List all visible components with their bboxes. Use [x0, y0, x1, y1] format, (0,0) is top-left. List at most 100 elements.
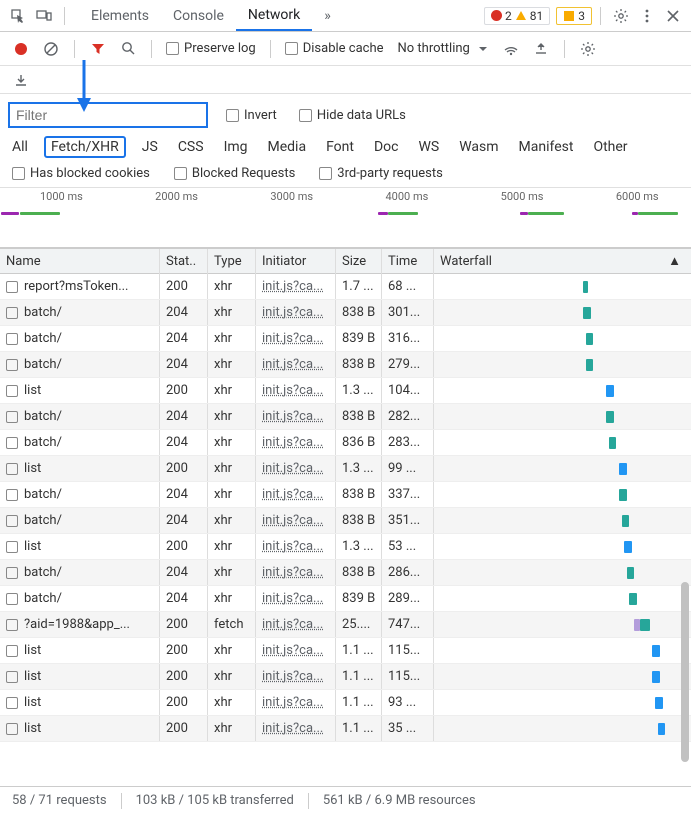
type-filter-media[interactable]: Media [264, 137, 311, 157]
cell-initiator[interactable]: init.js?ca... [256, 508, 336, 533]
import-har-icon[interactable] [528, 36, 554, 62]
row-checkbox[interactable] [6, 645, 18, 657]
invert-checkbox[interactable]: Invert [222, 108, 281, 123]
cell-initiator[interactable]: init.js?ca... [256, 456, 336, 481]
table-row[interactable]: list200xhrinit.js?ca...1.3 ...53 ... [0, 534, 691, 560]
record-button[interactable] [8, 36, 34, 62]
preserve-log-checkbox[interactable]: Preserve log [162, 41, 260, 56]
row-checkbox[interactable] [6, 723, 18, 735]
issues-badge[interactable]: 3 [556, 7, 592, 25]
settings-icon[interactable] [609, 4, 633, 28]
cell-initiator[interactable]: init.js?ca... [256, 612, 336, 637]
table-row[interactable]: batch/204xhrinit.js?ca...839 B289... [0, 586, 691, 612]
table-row[interactable]: list200xhrinit.js?ca...1.1 ...115... [0, 638, 691, 664]
more-menu-icon[interactable] [635, 4, 659, 28]
row-checkbox[interactable] [6, 697, 18, 709]
cell-initiator[interactable]: init.js?ca... [256, 326, 336, 351]
table-row[interactable]: list200xhrinit.js?ca...1.3 ...99 ... [0, 456, 691, 482]
filter-input[interactable] [8, 102, 208, 128]
table-row[interactable]: batch/204xhrinit.js?ca...838 B286... [0, 560, 691, 586]
type-filter-other[interactable]: Other [589, 137, 631, 157]
table-row[interactable]: batch/204xhrinit.js?ca...838 B282... [0, 404, 691, 430]
cell-initiator[interactable]: init.js?ca... [256, 404, 336, 429]
row-checkbox[interactable] [6, 541, 18, 553]
blocked-cookies-checkbox[interactable]: Has blocked cookies [8, 166, 154, 181]
network-conditions-icon[interactable] [498, 36, 524, 62]
table-row[interactable]: report?msToken...200xhrinit.js?ca...1.7 … [0, 274, 691, 300]
cell-initiator[interactable]: init.js?ca... [256, 560, 336, 585]
disable-cache-checkbox[interactable]: Disable cache [281, 41, 388, 56]
th-waterfall[interactable]: Waterfall▲ [434, 249, 691, 274]
inspect-icon[interactable] [6, 4, 30, 28]
type-filter-fetchxhr[interactable]: Fetch/XHR [44, 136, 126, 158]
type-filter-wasm[interactable]: Wasm [455, 137, 502, 157]
row-checkbox[interactable] [6, 359, 18, 371]
th-initiator[interactable]: Initiator [256, 249, 336, 274]
cell-initiator[interactable]: init.js?ca... [256, 716, 336, 741]
cell-initiator[interactable]: init.js?ca... [256, 664, 336, 689]
table-row[interactable]: batch/204xhrinit.js?ca...838 B279... [0, 352, 691, 378]
th-type[interactable]: Type [208, 249, 256, 274]
scrollbar[interactable] [681, 582, 689, 762]
type-filter-manifest[interactable]: Manifest [515, 137, 578, 157]
row-checkbox[interactable] [6, 333, 18, 345]
tab-elements[interactable]: Elements [79, 2, 161, 30]
th-time[interactable]: Time [382, 249, 434, 274]
type-filter-img[interactable]: Img [220, 137, 252, 157]
th-size[interactable]: Size [336, 249, 382, 274]
cell-initiator[interactable]: init.js?ca... [256, 534, 336, 559]
table-row[interactable]: ?aid=1988&app_...200fetchinit.js?ca...25… [0, 612, 691, 638]
row-checkbox[interactable] [6, 671, 18, 683]
cell-initiator[interactable]: init.js?ca... [256, 378, 336, 403]
table-row[interactable]: batch/204xhrinit.js?ca...836 B283... [0, 430, 691, 456]
timeline-overview[interactable]: 1000 ms2000 ms3000 ms4000 ms5000 ms6000 … [0, 188, 691, 248]
throttling-select[interactable]: No throttling [392, 41, 494, 56]
table-row[interactable]: batch/204xhrinit.js?ca...838 B301... [0, 300, 691, 326]
tab-network[interactable]: Network [236, 1, 312, 31]
table-row[interactable]: list200xhrinit.js?ca...1.1 ...115... [0, 664, 691, 690]
cell-initiator[interactable]: init.js?ca... [256, 430, 336, 455]
th-status[interactable]: Stat.. [160, 249, 208, 274]
row-checkbox[interactable] [6, 385, 18, 397]
cell-initiator[interactable]: init.js?ca... [256, 300, 336, 325]
tab-console[interactable]: Console [161, 2, 236, 30]
row-checkbox[interactable] [6, 281, 18, 293]
blocked-requests-checkbox[interactable]: Blocked Requests [170, 166, 299, 181]
search-icon[interactable] [115, 36, 141, 62]
th-name[interactable]: Name [0, 249, 160, 274]
table-row[interactable]: batch/204xhrinit.js?ca...838 B351... [0, 508, 691, 534]
errors-warnings-badge[interactable]: 2 81 [484, 7, 550, 25]
table-row[interactable]: batch/204xhrinit.js?ca...839 B316... [0, 326, 691, 352]
cell-initiator[interactable]: init.js?ca... [256, 482, 336, 507]
type-filter-font[interactable]: Font [322, 137, 358, 157]
device-toggle-icon[interactable] [32, 4, 56, 28]
cell-initiator[interactable]: init.js?ca... [256, 690, 336, 715]
row-checkbox[interactable] [6, 567, 18, 579]
filter-toggle-icon[interactable] [85, 36, 111, 62]
cell-initiator[interactable]: init.js?ca... [256, 638, 336, 663]
cell-initiator[interactable]: init.js?ca... [256, 352, 336, 377]
row-checkbox[interactable] [6, 463, 18, 475]
row-checkbox[interactable] [6, 489, 18, 501]
clear-button[interactable] [38, 36, 64, 62]
table-row[interactable]: list200xhrinit.js?ca...1.3 ...104... [0, 378, 691, 404]
row-checkbox[interactable] [6, 619, 18, 631]
type-filter-doc[interactable]: Doc [370, 137, 403, 157]
row-checkbox[interactable] [6, 593, 18, 605]
cell-initiator[interactable]: init.js?ca... [256, 274, 336, 299]
close-icon[interactable] [661, 4, 685, 28]
table-row[interactable]: list200xhrinit.js?ca...1.1 ...35 ... [0, 716, 691, 742]
hide-data-urls-checkbox[interactable]: Hide data URLs [295, 108, 410, 123]
tabs-overflow[interactable]: » [312, 2, 343, 30]
type-filter-js[interactable]: JS [138, 137, 162, 157]
row-checkbox[interactable] [6, 437, 18, 449]
export-har-icon[interactable] [8, 67, 34, 93]
third-party-checkbox[interactable]: 3rd-party requests [315, 166, 447, 181]
network-settings-icon[interactable] [575, 36, 601, 62]
row-checkbox[interactable] [6, 411, 18, 423]
table-row[interactable]: list200xhrinit.js?ca...1.1 ...93 ... [0, 690, 691, 716]
row-checkbox[interactable] [6, 307, 18, 319]
cell-initiator[interactable]: init.js?ca... [256, 586, 336, 611]
type-filter-ws[interactable]: WS [414, 137, 443, 157]
table-row[interactable]: batch/204xhrinit.js?ca...838 B337... [0, 482, 691, 508]
